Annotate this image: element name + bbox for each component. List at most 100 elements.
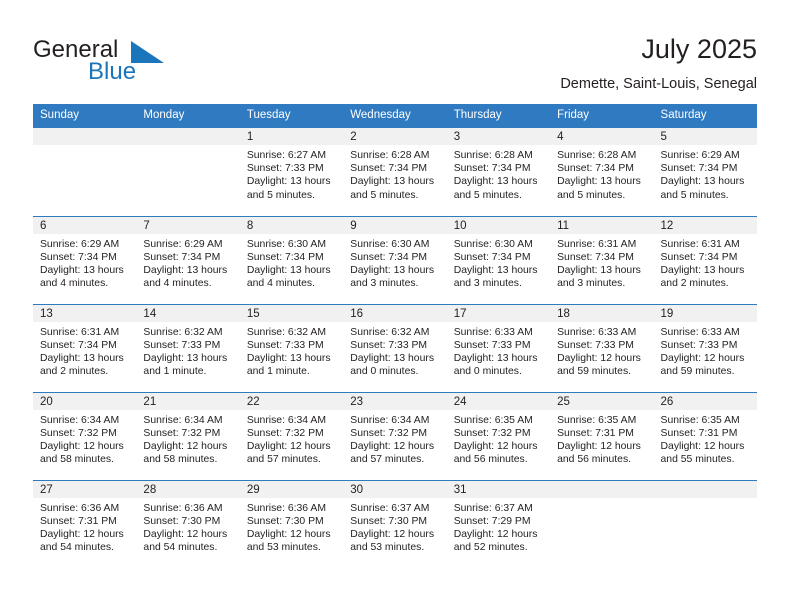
sunrise-text: Sunrise: 6:34 AM (246, 414, 326, 426)
calendar-day-cell[interactable]: 26 Sunrise: 6:35 AM Sunset: 7:31 PM Dayligh… (653, 391, 757, 480)
title-block: July 2025 Demette, Saint-Louis, Senegal (560, 32, 757, 93)
sunrise-text: Sunrise: 6:33 AM (453, 326, 533, 338)
calendar-day-cell[interactable]: 21 Sunrise: 6:34 AM Sunset: 7:32 PM Dayligh… (136, 391, 240, 480)
calendar-day-cell[interactable]: 2 Sunrise: 6:28 AM Sunset: 7:34 PM Daylight… (343, 128, 447, 216)
calendar-day-cell[interactable]: 7 Sunrise: 6:29 AM Sunset: 7:34 PM Daylight… (136, 215, 240, 304)
calendar-day-cell[interactable]: 29 Sunrise: 6:36 AM Sunset: 7:30 PM Dayligh… (239, 479, 344, 568)
day-details: Sunrise: 6:34 AM Sunset: 7:32 PM Daylight:… (343, 410, 446, 467)
sunset-text: Sunset: 7:34 PM (350, 163, 428, 175)
day-number (550, 480, 654, 498)
day-details: Sunrise: 6:35 AM Sunset: 7:32 PM Daylight:… (447, 410, 550, 467)
calendar-day-cell[interactable]: 30 Sunrise: 6:37 AM Sunset: 7:30 PM Dayligh… (343, 479, 447, 568)
calendar-day-cell[interactable]: 28 Sunrise: 6:36 AM Sunset: 7:30 PM Dayligh… (136, 479, 240, 568)
daylight-text-line2: and 5 minutes. (660, 189, 729, 201)
calendar-day-cell[interactable]: 17 Sunrise: 6:33 AM Sunset: 7:33 PM Dayligh… (446, 303, 551, 392)
daylight-text-line2: and 4 minutes. (143, 278, 212, 290)
day-number: 7 (136, 216, 240, 234)
day-details: Sunrise: 6:29 AM Sunset: 7:34 PM Daylight:… (654, 145, 757, 202)
calendar-day-cell[interactable]: 18 Sunrise: 6:33 AM Sunset: 7:33 PM Dayligh… (550, 303, 654, 392)
calendar-day-cell[interactable]: 22 Sunrise: 6:34 AM Sunset: 7:32 PM Dayligh… (239, 391, 344, 480)
day-details: Sunrise: 6:36 AM Sunset: 7:31 PM Daylight:… (33, 498, 136, 555)
calendar-day-cell[interactable]: 1 Sunrise: 6:27 AM Sunset: 7:33 PM Daylight… (239, 128, 344, 216)
day-number: 24 (446, 392, 551, 410)
calendar-day-cell[interactable]: 19 Sunrise: 6:33 AM Sunset: 7:33 PM Dayligh… (653, 303, 757, 392)
sunset-text: Sunset: 7:34 PM (350, 251, 428, 263)
daylight-text-line2: and 54 minutes. (143, 542, 218, 554)
sunset-text: Sunset: 7:34 PM (557, 163, 634, 175)
sunrise-text: Sunrise: 6:36 AM (143, 502, 223, 514)
daylight-text-line2: and 53 minutes. (246, 542, 321, 554)
sunset-text: Sunset: 7:34 PM (246, 251, 324, 263)
day-details: Sunrise: 6:34 AM Sunset: 7:32 PM Daylight:… (33, 410, 136, 467)
daylight-text-line1: Daylight: 12 hours (453, 440, 538, 452)
calendar-day-cell[interactable]: 16 Sunrise: 6:32 AM Sunset: 7:33 PM Dayligh… (343, 303, 447, 392)
calendar-day-cell[interactable]: 11 Sunrise: 6:31 AM Sunset: 7:34 PM Dayligh… (550, 215, 654, 304)
day-number: 5 (653, 128, 757, 145)
calendar-day-cell[interactable]: 14 Sunrise: 6:32 AM Sunset: 7:33 PM Dayligh… (136, 303, 240, 392)
day-details: Sunrise: 6:34 AM Sunset: 7:32 PM Daylight:… (136, 410, 239, 467)
calendar-day-cell[interactable]: 13 Sunrise: 6:31 AM Sunset: 7:34 PM Dayligh… (33, 303, 137, 392)
day-number: 11 (550, 216, 654, 234)
day-details: Sunrise: 6:33 AM Sunset: 7:33 PM Daylight:… (550, 322, 653, 379)
sunset-text: Sunset: 7:30 PM (143, 515, 221, 527)
daylight-text-line1: Daylight: 13 hours (453, 176, 538, 188)
daylight-text-line2: and 5 minutes. (350, 189, 419, 201)
daylight-text-line2: and 4 minutes. (246, 278, 316, 290)
calendar-day-cell[interactable]: 5 Sunrise: 6:29 AM Sunset: 7:34 PM Daylight… (653, 128, 757, 216)
day-details: Sunrise: 6:31 AM Sunset: 7:34 PM Daylight:… (550, 234, 653, 291)
sunrise-text: Sunrise: 6:35 AM (660, 414, 740, 426)
general-blue-logo[interactable]: General Blue (33, 36, 213, 88)
calendar-day-cell[interactable]: 8 Sunrise: 6:30 AM Sunset: 7:34 PM Daylight… (239, 215, 344, 304)
day-number: 31 (446, 480, 551, 498)
sunrise-text: Sunrise: 6:36 AM (40, 502, 120, 514)
sunrise-text: Sunrise: 6:35 AM (557, 414, 637, 426)
calendar-week-row: 13 Sunrise: 6:31 AM Sunset: 7:34 PM Dayligh… (33, 303, 757, 392)
sunset-text: Sunset: 7:31 PM (660, 427, 738, 439)
sunset-text: Sunset: 7:32 PM (40, 427, 117, 439)
day-number: 17 (446, 304, 551, 322)
day-details: Sunrise: 6:29 AM Sunset: 7:34 PM Daylight:… (136, 234, 239, 291)
day-number: 10 (446, 216, 551, 234)
daylight-text-line2: and 1 minute. (143, 366, 207, 378)
calendar-day-cell[interactable]: 12 Sunrise: 6:31 AM Sunset: 7:34 PM Dayligh… (653, 215, 757, 304)
calendar-day-cell[interactable]: 20 Sunrise: 6:34 AM Sunset: 7:32 PM Dayligh… (33, 391, 137, 480)
day-number: 21 (136, 392, 240, 410)
calendar-day-cell[interactable]: 15 Sunrise: 6:32 AM Sunset: 7:33 PM Dayligh… (239, 303, 344, 392)
sunrise-text: Sunrise: 6:34 AM (40, 414, 120, 426)
sunset-text: Sunset: 7:29 PM (453, 515, 531, 527)
weekday-header-sunday: Sunday (33, 104, 137, 128)
daylight-text-line1: Daylight: 13 hours (40, 264, 124, 276)
calendar-day-cell[interactable]: 4 Sunrise: 6:28 AM Sunset: 7:34 PM Daylight… (550, 128, 654, 216)
calendar-day-cell[interactable]: 27 Sunrise: 6:36 AM Sunset: 7:31 PM Dayligh… (33, 479, 137, 568)
day-number (136, 128, 240, 145)
sunrise-text: Sunrise: 6:29 AM (660, 150, 740, 161)
calendar-day-cell[interactable]: 6 Sunrise: 6:29 AM Sunset: 7:34 PM Daylight… (33, 215, 137, 304)
sunset-text: Sunset: 7:33 PM (453, 339, 531, 351)
daylight-text-line1: Daylight: 13 hours (143, 352, 228, 364)
daylight-text-line1: Daylight: 12 hours (143, 528, 228, 540)
sunrise-text: Sunrise: 6:30 AM (246, 238, 326, 250)
day-details: Sunrise: 6:36 AM Sunset: 7:30 PM Daylight:… (136, 498, 239, 555)
calendar-day-cell[interactable]: 9 Sunrise: 6:30 AM Sunset: 7:34 PM Daylight… (343, 215, 447, 304)
sunset-text: Sunset: 7:33 PM (660, 339, 738, 351)
calendar-day-cell[interactable]: 24 Sunrise: 6:35 AM Sunset: 7:32 PM Dayligh… (446, 391, 551, 480)
calendar-day-cell[interactable]: 3 Sunrise: 6:28 AM Sunset: 7:34 PM Daylight… (446, 128, 551, 216)
sunrise-text: Sunrise: 6:32 AM (350, 326, 430, 338)
day-details: Sunrise: 6:30 AM Sunset: 7:34 PM Daylight:… (343, 234, 446, 291)
day-number: 8 (239, 216, 344, 234)
calendar-day-cell[interactable]: 25 Sunrise: 6:35 AM Sunset: 7:31 PM Dayligh… (550, 391, 654, 480)
calendar-day-cell-empty (653, 479, 757, 568)
calendar-day-cell[interactable]: 10 Sunrise: 6:30 AM Sunset: 7:34 PM Dayligh… (446, 215, 551, 304)
day-number: 14 (136, 304, 240, 322)
day-number: 16 (343, 304, 447, 322)
sunset-text: Sunset: 7:34 PM (40, 251, 117, 263)
weekday-header-monday: Monday (136, 104, 240, 128)
daylight-text-line2: and 0 minutes. (453, 366, 522, 378)
sunset-text: Sunset: 7:33 PM (143, 339, 221, 351)
sunrise-text: Sunrise: 6:27 AM (246, 150, 326, 161)
calendar-day-cell[interactable]: 23 Sunrise: 6:34 AM Sunset: 7:32 PM Dayligh… (343, 391, 447, 480)
day-number: 20 (33, 392, 137, 410)
calendar-day-cell[interactable]: 31 Sunrise: 6:37 AM Sunset: 7:29 PM Dayligh… (446, 479, 551, 568)
day-number: 19 (653, 304, 757, 322)
daylight-text-line1: Daylight: 13 hours (246, 352, 331, 364)
